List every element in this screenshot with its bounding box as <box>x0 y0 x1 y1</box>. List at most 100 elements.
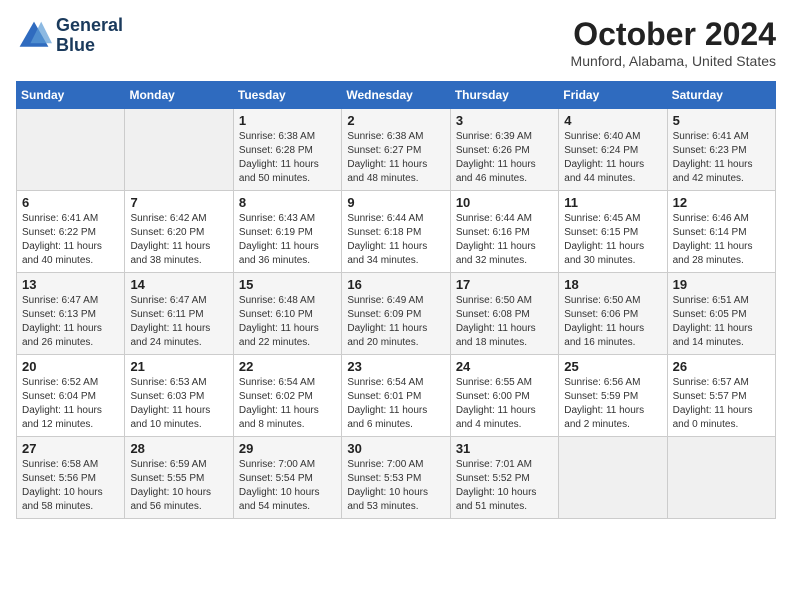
calendar-table: SundayMondayTuesdayWednesdayThursdayFrid… <box>16 81 776 519</box>
day-number: 8 <box>239 195 336 210</box>
day-detail: Sunrise: 6:39 AMSunset: 6:26 PMDaylight:… <box>456 130 553 186</box>
day-detail: Sunrise: 6:48 AMSunset: 6:10 PMDaylight:… <box>239 294 336 350</box>
day-detail: Sunrise: 6:55 AMSunset: 6:00 PMDaylight:… <box>456 376 553 432</box>
calendar-cell: 15 Sunrise: 6:48 AMSunset: 6:10 PMDayligh… <box>233 273 341 355</box>
calendar-cell: 17 Sunrise: 6:50 AMSunset: 6:08 PMDayligh… <box>450 273 558 355</box>
calendar-cell: 22 Sunrise: 6:54 AMSunset: 6:02 PMDayligh… <box>233 355 341 437</box>
day-detail: Sunrise: 6:51 AMSunset: 6:05 PMDaylight:… <box>673 294 770 350</box>
day-detail: Sunrise: 6:47 AMSunset: 6:11 PMDaylight:… <box>130 294 227 350</box>
weekday-header: Friday <box>559 82 667 109</box>
calendar-cell: 12 Sunrise: 6:46 AMSunset: 6:14 PMDayligh… <box>667 191 775 273</box>
day-number: 26 <box>673 359 770 374</box>
day-number: 16 <box>347 277 444 292</box>
calendar-cell: 9 Sunrise: 6:44 AMSunset: 6:18 PMDaylight… <box>342 191 450 273</box>
day-number: 6 <box>22 195 119 210</box>
weekday-header: Monday <box>125 82 233 109</box>
calendar-cell: 18Sunrise: 6:50 AMSunset: 6:06 PMDayligh… <box>559 273 667 355</box>
weekday-header: Sunday <box>17 82 125 109</box>
day-detail: Sunrise: 7:01 AMSunset: 5:52 PMDaylight:… <box>456 458 553 514</box>
calendar-cell: 23 Sunrise: 6:54 AMSunset: 6:01 PMDayligh… <box>342 355 450 437</box>
day-number: 24 <box>456 359 553 374</box>
calendar-cell: 1 Sunrise: 6:38 AMSunset: 6:28 PMDaylight… <box>233 109 341 191</box>
logo-text: General Blue <box>56 16 123 56</box>
day-number: 15 <box>239 277 336 292</box>
day-detail: Sunrise: 6:58 AMSunset: 5:56 PMDaylight:… <box>22 458 119 514</box>
calendar-week-row: 27Sunrise: 6:58 AMSunset: 5:56 PMDayligh… <box>17 437 776 519</box>
page-header: General Blue October 2024 Munford, Alaba… <box>16 16 776 69</box>
day-detail: Sunrise: 6:44 AMSunset: 6:18 PMDaylight:… <box>347 212 444 268</box>
day-number: 13 <box>22 277 119 292</box>
day-number: 2 <box>347 113 444 128</box>
day-number: 22 <box>239 359 336 374</box>
calendar-cell: 7Sunrise: 6:42 AMSunset: 6:20 PMDaylight… <box>125 191 233 273</box>
calendar-cell: 2 Sunrise: 6:38 AMSunset: 6:27 PMDaylight… <box>342 109 450 191</box>
calendar-cell: 20 Sunrise: 6:52 AMSunset: 6:04 PMDayligh… <box>17 355 125 437</box>
day-detail: Sunrise: 6:44 AMSunset: 6:16 PMDaylight:… <box>456 212 553 268</box>
calendar-cell: 10 Sunrise: 6:44 AMSunset: 6:16 PMDayligh… <box>450 191 558 273</box>
day-detail: Sunrise: 6:52 AMSunset: 6:04 PMDaylight:… <box>22 376 119 432</box>
calendar-week-row: 20 Sunrise: 6:52 AMSunset: 6:04 PMDayligh… <box>17 355 776 437</box>
calendar-cell: 30 Sunrise: 7:00 AMSunset: 5:53 PMDayligh… <box>342 437 450 519</box>
day-detail: Sunrise: 6:54 AMSunset: 6:01 PMDaylight:… <box>347 376 444 432</box>
weekday-row: SundayMondayTuesdayWednesdayThursdayFrid… <box>17 82 776 109</box>
calendar-cell: 6Sunrise: 6:41 AMSunset: 6:22 PMDaylight… <box>17 191 125 273</box>
calendar-cell: 3 Sunrise: 6:39 AMSunset: 6:26 PMDaylight… <box>450 109 558 191</box>
day-detail: Sunrise: 6:50 AMSunset: 6:06 PMDaylight:… <box>564 294 661 350</box>
calendar-cell: 21 Sunrise: 6:53 AMSunset: 6:03 PMDayligh… <box>125 355 233 437</box>
day-number: 31 <box>456 441 553 456</box>
day-detail: Sunrise: 6:46 AMSunset: 6:14 PMDaylight:… <box>673 212 770 268</box>
calendar-cell: 8 Sunrise: 6:43 AMSunset: 6:19 PMDaylight… <box>233 191 341 273</box>
calendar-cell <box>559 437 667 519</box>
calendar-cell: 25 Sunrise: 6:56 AMSunset: 5:59 PMDayligh… <box>559 355 667 437</box>
calendar-week-row: 13Sunrise: 6:47 AMSunset: 6:13 PMDayligh… <box>17 273 776 355</box>
calendar-cell <box>125 109 233 191</box>
day-number: 20 <box>22 359 119 374</box>
day-number: 4 <box>564 113 661 128</box>
day-number: 10 <box>456 195 553 210</box>
calendar-cell: 11 Sunrise: 6:45 AMSunset: 6:15 PMDayligh… <box>559 191 667 273</box>
day-number: 23 <box>347 359 444 374</box>
calendar-cell: 31 Sunrise: 7:01 AMSunset: 5:52 PMDayligh… <box>450 437 558 519</box>
day-detail: Sunrise: 7:00 AMSunset: 5:53 PMDaylight:… <box>347 458 444 514</box>
logo: General Blue <box>16 16 123 56</box>
calendar-cell: 29Sunrise: 7:00 AMSunset: 5:54 PMDayligh… <box>233 437 341 519</box>
day-detail: Sunrise: 6:50 AMSunset: 6:08 PMDaylight:… <box>456 294 553 350</box>
calendar-body: 1 Sunrise: 6:38 AMSunset: 6:28 PMDaylight… <box>17 109 776 519</box>
calendar-cell: 5Sunrise: 6:41 AMSunset: 6:23 PMDaylight… <box>667 109 775 191</box>
day-detail: Sunrise: 6:54 AMSunset: 6:02 PMDaylight:… <box>239 376 336 432</box>
day-number: 21 <box>130 359 227 374</box>
weekday-header: Wednesday <box>342 82 450 109</box>
calendar-cell: 24 Sunrise: 6:55 AMSunset: 6:00 PMDayligh… <box>450 355 558 437</box>
day-number: 30 <box>347 441 444 456</box>
logo-icon <box>16 18 52 54</box>
day-number: 25 <box>564 359 661 374</box>
weekday-header: Thursday <box>450 82 558 109</box>
day-number: 3 <box>456 113 553 128</box>
calendar-week-row: 6Sunrise: 6:41 AMSunset: 6:22 PMDaylight… <box>17 191 776 273</box>
calendar-header: SundayMondayTuesdayWednesdayThursdayFrid… <box>17 82 776 109</box>
weekday-header: Saturday <box>667 82 775 109</box>
day-number: 7 <box>130 195 227 210</box>
day-detail: Sunrise: 6:38 AMSunset: 6:27 PMDaylight:… <box>347 130 444 186</box>
day-detail: Sunrise: 6:49 AMSunset: 6:09 PMDaylight:… <box>347 294 444 350</box>
calendar-cell: 16 Sunrise: 6:49 AMSunset: 6:09 PMDayligh… <box>342 273 450 355</box>
day-detail: Sunrise: 6:53 AMSunset: 6:03 PMDaylight:… <box>130 376 227 432</box>
day-number: 17 <box>456 277 553 292</box>
calendar-cell <box>667 437 775 519</box>
calendar-cell: 19 Sunrise: 6:51 AMSunset: 6:05 PMDayligh… <box>667 273 775 355</box>
calendar-cell: 14 Sunrise: 6:47 AMSunset: 6:11 PMDayligh… <box>125 273 233 355</box>
day-number: 14 <box>130 277 227 292</box>
day-number: 28 <box>130 441 227 456</box>
day-detail: Sunrise: 6:43 AMSunset: 6:19 PMDaylight:… <box>239 212 336 268</box>
day-number: 12 <box>673 195 770 210</box>
day-number: 11 <box>564 195 661 210</box>
day-detail: Sunrise: 6:45 AMSunset: 6:15 PMDaylight:… <box>564 212 661 268</box>
day-number: 5 <box>673 113 770 128</box>
day-detail: Sunrise: 6:38 AMSunset: 6:28 PMDaylight:… <box>239 130 336 186</box>
calendar-title: October 2024 <box>571 16 776 53</box>
day-number: 1 <box>239 113 336 128</box>
day-number: 9 <box>347 195 444 210</box>
day-number: 19 <box>673 277 770 292</box>
calendar-cell: 13Sunrise: 6:47 AMSunset: 6:13 PMDayligh… <box>17 273 125 355</box>
day-detail: Sunrise: 6:56 AMSunset: 5:59 PMDaylight:… <box>564 376 661 432</box>
